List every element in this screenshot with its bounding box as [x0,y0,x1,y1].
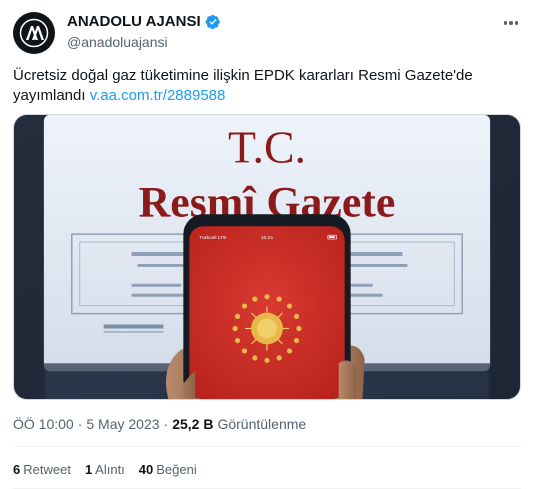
tweet-card: ANADOLU AJANSI @anadoluajansi Ücretsiz d… [0,0,534,489]
phone-status-time: 10:21 [261,235,274,241]
media-photo: T.C. Resmî Gazete Turkcell LTE 10:21 [14,115,520,399]
handle[interactable]: @anadoluajansi [67,33,221,51]
meta-separator: · [77,416,83,432]
tweet-time[interactable]: ÖÖ 10:00 [13,415,74,433]
retweets-label: Retweet [23,462,71,477]
likes-count: 40 [138,462,154,477]
tweet-meta: ÖÖ 10:00 · 5 May 2023 · 25,2 B Görüntüle… [13,415,306,433]
display-name[interactable]: ANADOLU AJANSI [67,13,201,31]
tweet-stats: 6 Retweet 1 Alıntı 40 Beğeni [13,462,197,478]
likes-stat[interactable]: 40 Beğeni [139,462,197,478]
aa-logo-icon [19,18,49,48]
gazette-header-tc: T.C. [228,122,306,173]
meta-separator: · [163,416,169,432]
views-count: 25,2 B [172,416,214,432]
tweet-body: Ücretsiz doğal gaz tüketimine ilişkin EP… [13,67,473,104]
retweets-stat[interactable]: 6 Retweet [13,462,71,478]
display-name-row: ANADOLU AJANSI [67,13,221,31]
phone-status-carrier: Turkcell LTE [199,235,227,241]
tweet-link[interactable]: v.aa.com.tr/2889588 [90,87,226,104]
tweet-text: Ücretsiz doğal gaz tüketimine ilişkin EP… [13,66,518,106]
quotes-label: Alıntı [95,462,125,477]
quotes-count: 1 [84,462,93,477]
avatar[interactable] [13,12,55,54]
verified-badge-icon [205,14,220,30]
views-label: Görüntülenme [217,416,307,432]
author-block: ANADOLU AJANSI @anadoluajansi [67,13,221,51]
tweet-media-image[interactable]: T.C. Resmî Gazete Turkcell LTE 10:21 [13,114,521,400]
quotes-stat[interactable]: 1 Alıntı [85,462,125,478]
retweets-count: 6 [13,462,21,477]
tweet-date[interactable]: 5 May 2023 [86,415,159,433]
more-options-icon[interactable] [502,14,520,32]
likes-label: Beğeni [156,462,197,477]
divider [13,446,521,447]
